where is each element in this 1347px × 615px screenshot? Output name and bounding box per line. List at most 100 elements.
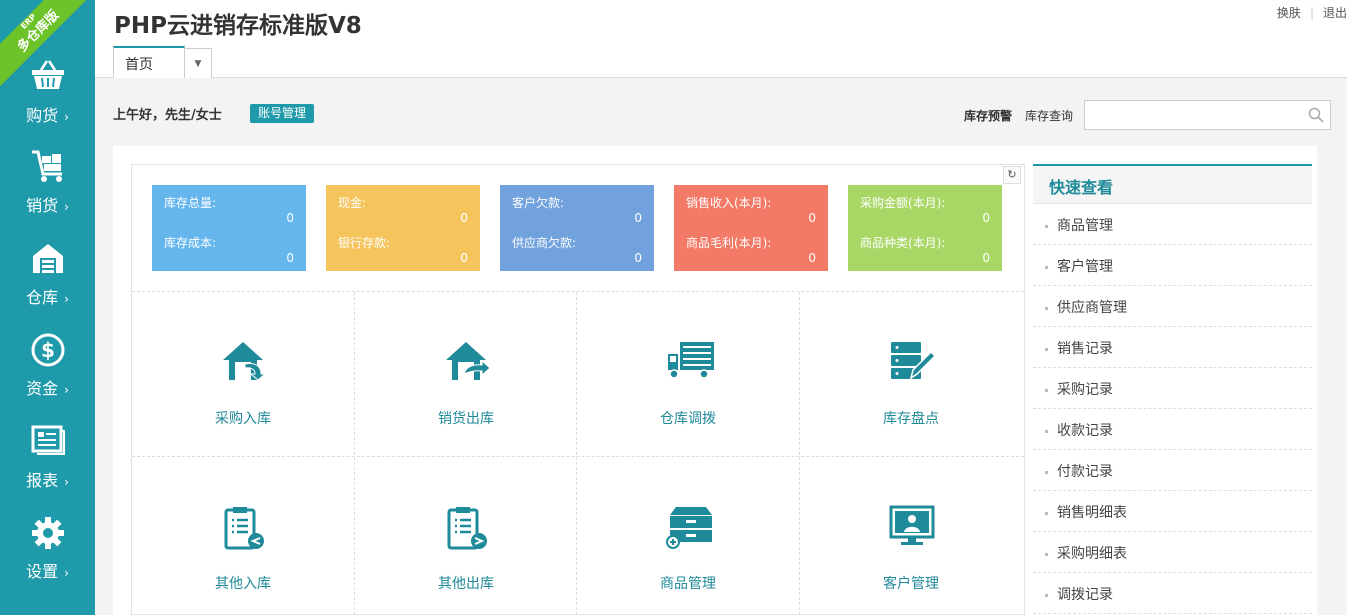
stat-card-inventory[interactable]: 库存总量: 0 库存成本: 0: [152, 185, 306, 271]
stat-card-cash[interactable]: 现金: 0 银行存款: 0: [326, 185, 480, 271]
sidebar-label: 仓库: [26, 288, 59, 307]
stat-value: 0: [808, 211, 816, 225]
chevron-right-icon: ›: [64, 110, 69, 124]
shortcut-label: 销货出库: [438, 411, 494, 427]
stock-query-label: 库存查询: [1025, 109, 1074, 123]
skin-link[interactable]: 换肤: [1277, 6, 1301, 20]
shortcut-purchase-in[interactable]: 采购入库: [132, 292, 354, 456]
sidebar-label: 报表: [26, 471, 59, 490]
stat-card-debts[interactable]: 客户欠款: 0 供应商欠款: 0: [500, 185, 654, 271]
stat-label: 库存成本:: [164, 236, 217, 250]
stat-label: 采购金额(本月):: [860, 196, 946, 210]
shortcut-other-out[interactable]: 其他出库: [355, 457, 577, 615]
shortcut-stocktake[interactable]: 库存盘点: [800, 292, 1022, 456]
bullet-icon: [1045, 306, 1048, 310]
header: PHP云进销存标准版V8 换肤 | 退出 首页 ▼: [95, 0, 1347, 78]
tab-dropdown-button[interactable]: ▼: [184, 48, 212, 78]
sidebar: ERP 多仓库版 购货 › 销货 › 仓库 › $ 资金 › 报表 › 设置 ›: [0, 0, 95, 615]
sidebar-label: 购货: [26, 106, 59, 125]
quick-view-item[interactable]: 采购记录: [1033, 368, 1312, 409]
stat-value: 0: [460, 251, 468, 265]
shortcut-transfer[interactable]: 仓库调拨: [577, 292, 799, 456]
shortcut-label: 仓库调拨: [660, 411, 716, 427]
chevron-right-icon: ›: [64, 292, 69, 306]
logout-link[interactable]: 退出: [1323, 6, 1347, 20]
quick-view-label: 调拨记录: [1057, 587, 1113, 603]
bullet-icon: [1045, 593, 1048, 597]
stat-value: 0: [286, 211, 294, 225]
sidebar-item-reports[interactable]: 报表 ›: [0, 425, 95, 515]
quick-view-label: 收款记录: [1057, 423, 1113, 439]
tab-home[interactable]: 首页: [113, 46, 185, 78]
bullet-icon: [1045, 265, 1048, 269]
stat-label: 销售收入(本月):: [686, 196, 772, 210]
bullet-icon: [1045, 552, 1048, 556]
bullet-icon: [1045, 347, 1048, 351]
stat-label: 现金:: [338, 196, 367, 210]
stat-value: 0: [982, 251, 990, 265]
chevron-right-icon: ›: [64, 475, 69, 489]
shortcut-customer-manage[interactable]: 客户管理: [800, 457, 1022, 615]
quick-view-item[interactable]: 供应商管理: [1033, 286, 1312, 327]
gear-icon: [31, 517, 64, 549]
search-icon[interactable]: [1308, 107, 1324, 123]
report-icon: [31, 425, 65, 455]
quick-view-item[interactable]: 客户管理: [1033, 245, 1312, 286]
quick-view-label: 客户管理: [1057, 259, 1113, 275]
shortcut-label: 客户管理: [883, 576, 939, 592]
svg-text:$: $: [41, 338, 55, 362]
sidebar-item-settings[interactable]: 设置 ›: [0, 516, 95, 606]
sidebar-item-warehouse[interactable]: 仓库 ›: [0, 242, 95, 332]
stat-label: 商品种类(本月):: [860, 236, 946, 250]
stat-card-purchase[interactable]: 采购金额(本月): 0 商品种类(本月): 0: [848, 185, 1002, 271]
stat-label: 银行存款:: [338, 236, 391, 250]
shortcut-product-manage[interactable]: 商品管理: [577, 457, 799, 615]
sidebar-label: 资金: [26, 379, 59, 398]
quick-view-label: 供应商管理: [1057, 300, 1127, 316]
cart-icon: [31, 150, 62, 182]
warehouse-icon: [32, 244, 63, 273]
quick-view-item[interactable]: 销售记录: [1033, 327, 1312, 368]
shortcut-sales-out[interactable]: 销货出库: [355, 292, 577, 456]
bullet-icon: [1045, 429, 1048, 433]
stock-warning-link[interactable]: 库存预警: [964, 107, 1012, 124]
stat-value: 0: [286, 251, 294, 265]
quick-view-item[interactable]: 商品管理: [1033, 204, 1312, 245]
quick-view-item[interactable]: 调拨记录: [1033, 573, 1312, 614]
clipboard-out-icon: [447, 507, 487, 550]
quick-view-item[interactable]: 付款记录: [1033, 450, 1312, 491]
sidebar-item-purchase[interactable]: 购货 ›: [0, 60, 95, 150]
caret-down-icon: ▼: [194, 59, 202, 69]
truck-icon: [668, 342, 714, 379]
quick-view-item[interactable]: 收款记录: [1033, 409, 1312, 450]
stat-label: 库存总量:: [164, 196, 217, 210]
dollar-icon: $: [31, 333, 64, 367]
quick-view-item[interactable]: 销售明细表: [1033, 491, 1312, 532]
shortcut-other-in[interactable]: 其他入库: [132, 457, 354, 615]
sidebar-item-sales[interactable]: 销货 ›: [0, 150, 95, 240]
customer-monitor-icon: [889, 505, 935, 545]
sidebar-label: 设置: [26, 562, 59, 581]
divider: |: [1309, 6, 1314, 20]
sidebar-label: 销货: [26, 196, 59, 215]
stat-label: 客户欠款:: [512, 196, 565, 210]
shortcut-label: 其他出库: [438, 576, 494, 592]
sidebar-item-funds[interactable]: $ 资金 ›: [0, 333, 95, 423]
shortcut-label: 采购入库: [215, 411, 271, 427]
quick-view-label: 采购明细表: [1057, 546, 1127, 562]
quick-view-label: 付款记录: [1057, 464, 1113, 480]
bullet-icon: [1045, 224, 1048, 228]
bullet-icon: [1045, 388, 1048, 392]
shortcut-label: 其他入库: [215, 576, 271, 592]
account-manage-button[interactable]: 账号管理: [250, 104, 315, 123]
stat-value: 0: [634, 251, 642, 265]
refresh-button[interactable]: ↻: [1003, 166, 1021, 184]
stat-card-sales[interactable]: 销售收入(本月): 0 商品毛利(本月): 0: [674, 185, 828, 271]
refresh-icon: ↻: [1007, 168, 1017, 181]
quick-view-item[interactable]: 采购明细表: [1033, 532, 1312, 573]
shortcut-label: 库存盘点: [883, 411, 939, 427]
quick-view-list: 商品管理 客户管理 供应商管理 销售记录 采购记录 收款记录 付款记录 销售明细…: [1033, 204, 1312, 614]
stock-search-input[interactable]: [1085, 101, 1300, 129]
stat-value: 0: [808, 251, 816, 265]
quick-view-label: 销售明细表: [1057, 505, 1127, 521]
